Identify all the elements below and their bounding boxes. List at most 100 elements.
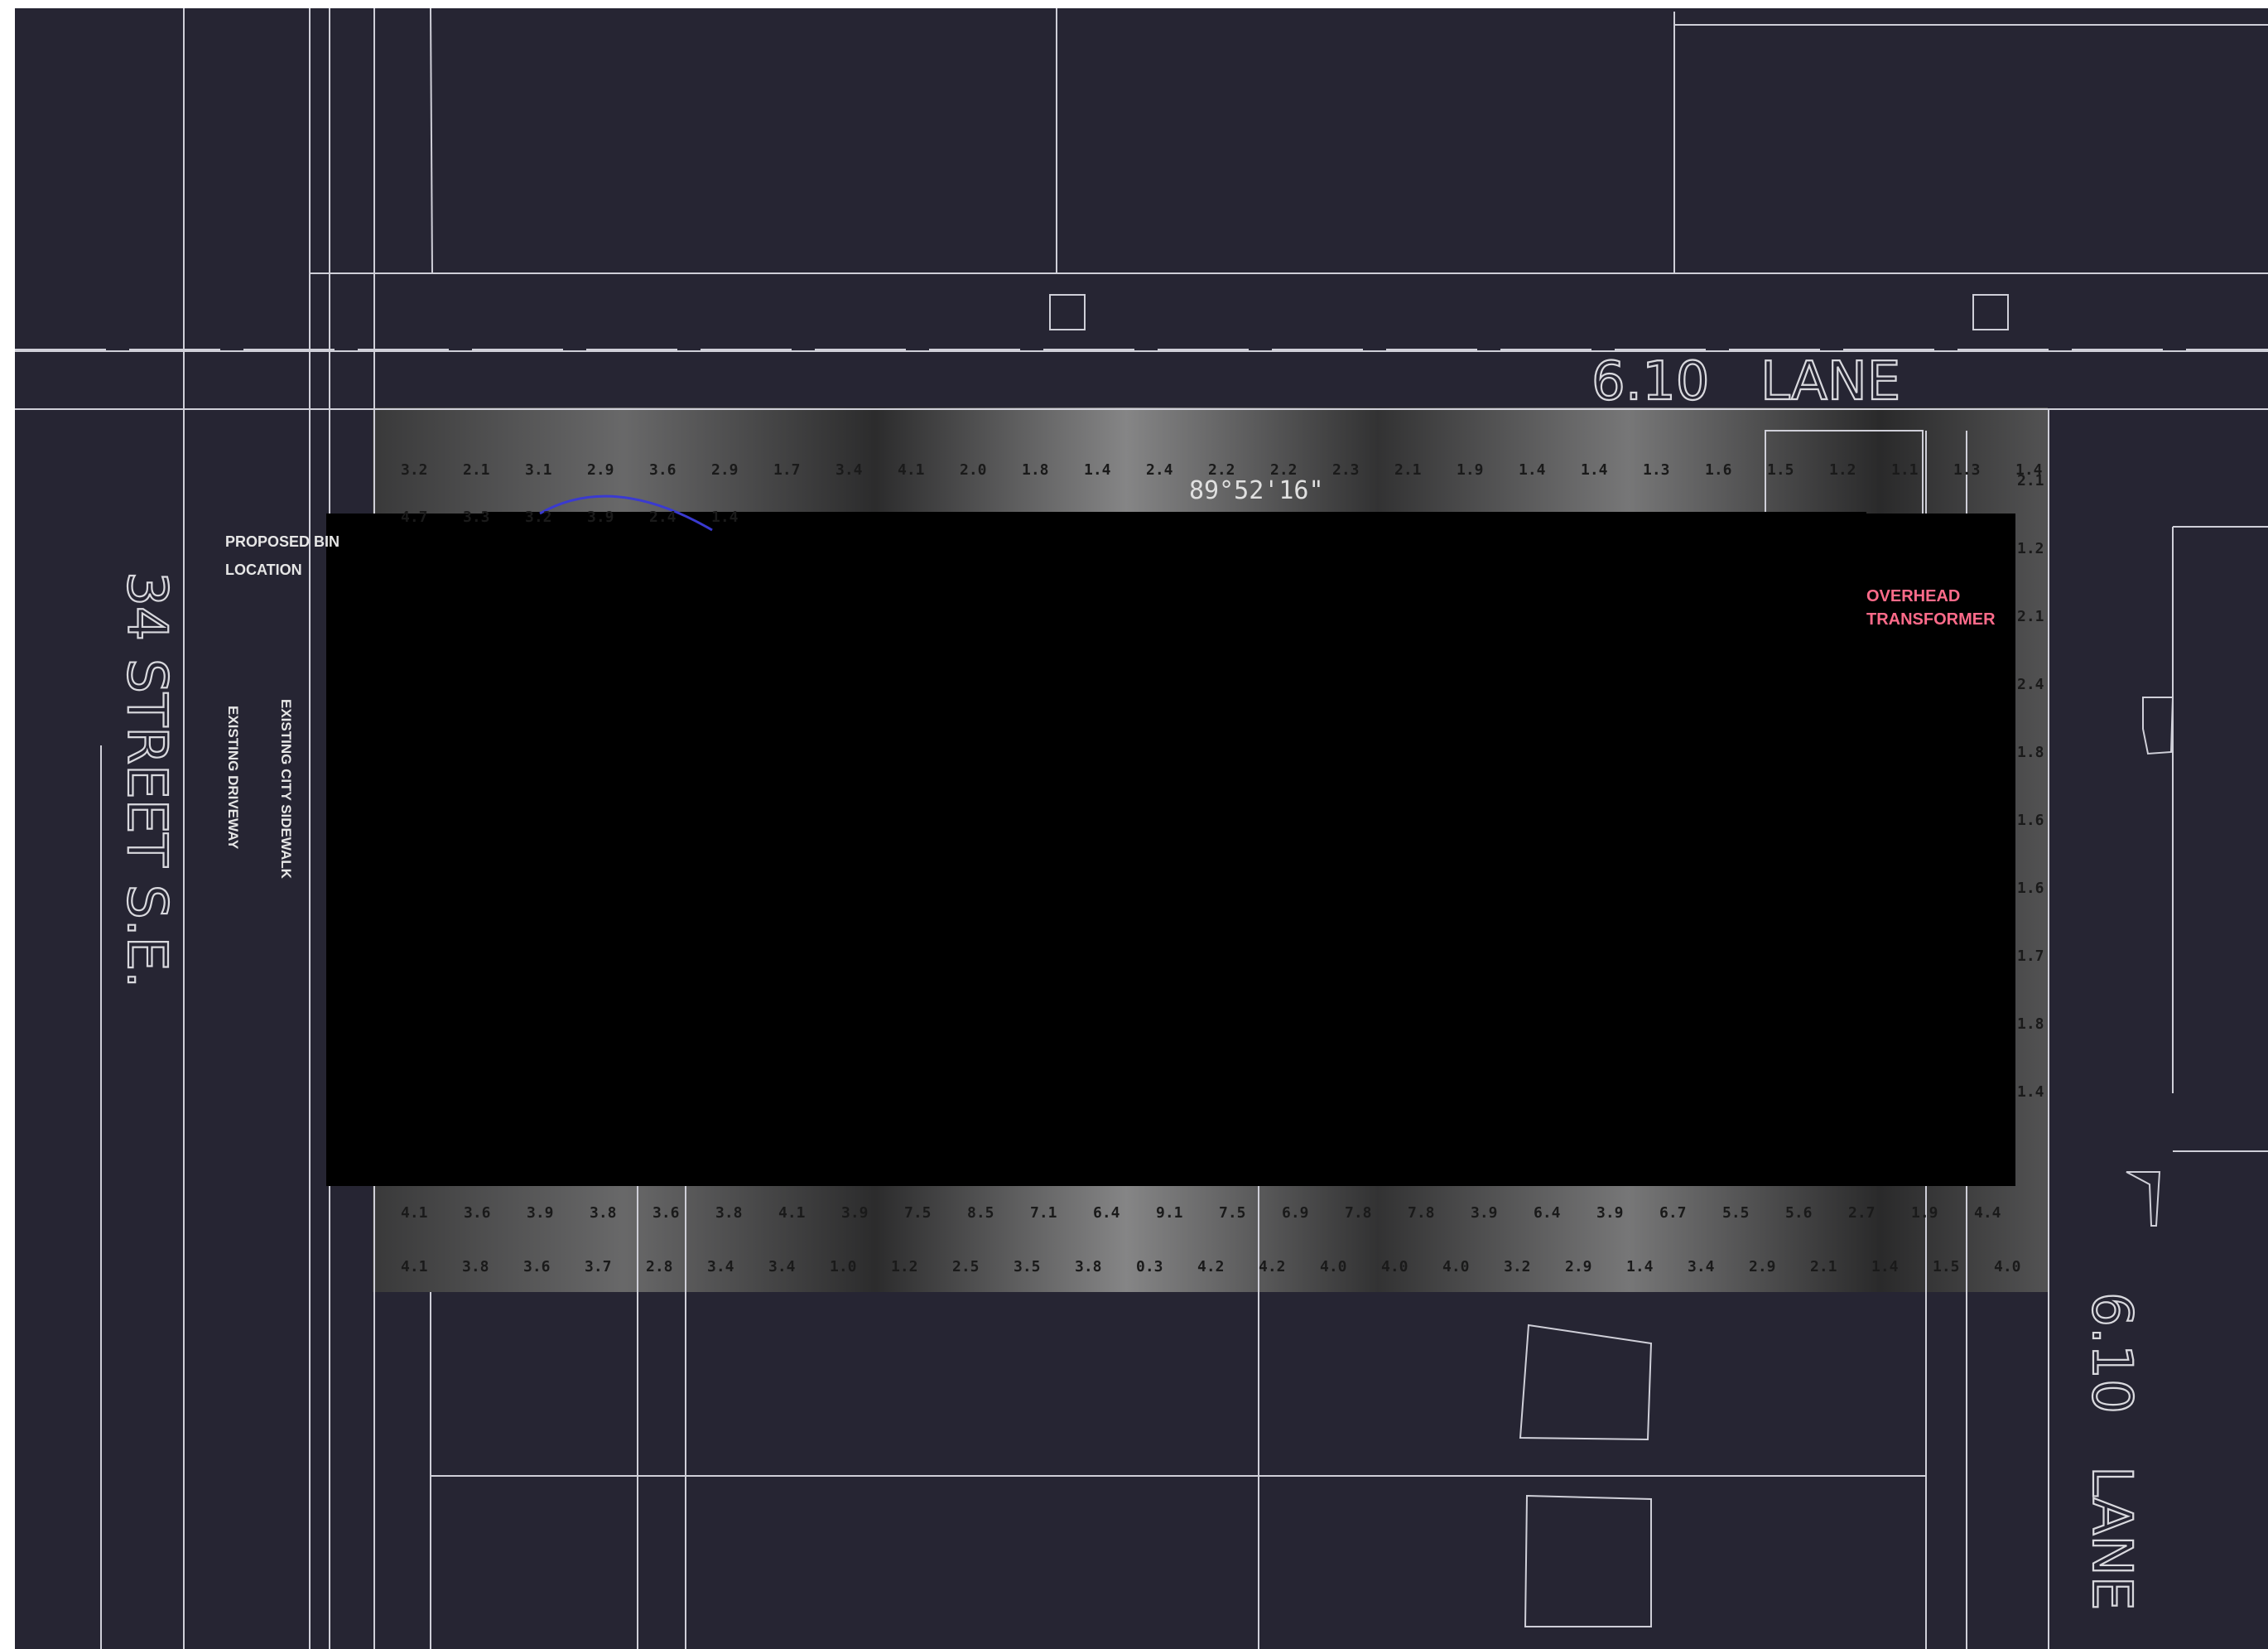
photometric-value: 3.7 bbox=[585, 1258, 612, 1275]
photometric-value: 1.4 bbox=[1581, 461, 1608, 479]
photometric-value: 4.0 bbox=[1381, 1258, 1408, 1275]
photometric-value: 2.1 bbox=[1394, 461, 1422, 479]
photometric-value: 3.8 bbox=[1075, 1258, 1102, 1275]
lane-right-label: 6.10 bbox=[2080, 1292, 2144, 1414]
photometric-value: 2.9 bbox=[587, 461, 614, 479]
lane-top-name: LANE bbox=[1760, 351, 1900, 412]
photometric-value: 3.9 bbox=[841, 1204, 869, 1222]
photometric-value: 7.1 bbox=[1030, 1204, 1057, 1222]
photometric-value: 4.1 bbox=[401, 1204, 428, 1222]
photometric-value: 1.8 bbox=[2017, 744, 2044, 761]
photometric-value: 9.1 bbox=[1156, 1204, 1183, 1222]
photometric-value: 4.7 bbox=[401, 509, 428, 526]
photometric-value: 1.0 bbox=[830, 1258, 857, 1275]
photometric-value: 5.6 bbox=[1785, 1204, 1813, 1222]
photometric-value: 2.0 bbox=[960, 461, 987, 479]
photometric-value: 2.1 bbox=[463, 461, 490, 479]
redaction-block-top bbox=[484, 512, 1866, 644]
photometric-value: 2.9 bbox=[711, 461, 739, 479]
transformer-label-line2: TRANSFORMER bbox=[1866, 610, 1996, 629]
photometric-value: 4.2 bbox=[1259, 1258, 1286, 1275]
photometric-value: 6.4 bbox=[1093, 1204, 1120, 1222]
photometric-value: 3.2 bbox=[401, 461, 428, 479]
photometric-value: 2.2 bbox=[1270, 461, 1298, 479]
photometric-value: 4.0 bbox=[1994, 1258, 2021, 1275]
photometric-value: 3.8 bbox=[590, 1204, 617, 1222]
photometric-value: 7.5 bbox=[1219, 1204, 1246, 1222]
photometric-value: 7.8 bbox=[1408, 1204, 1435, 1222]
photometric-value: 2.4 bbox=[1146, 461, 1173, 479]
photometric-value: 4.0 bbox=[1442, 1258, 1470, 1275]
lane-top-width: 6.10 bbox=[1591, 351, 1710, 412]
photometric-value: 1.4 bbox=[1626, 1258, 1654, 1275]
photometric-value: 2.4 bbox=[2017, 676, 2044, 693]
bin-note-line2: LOCATION bbox=[225, 562, 302, 578]
photometric-value: 3.5 bbox=[1014, 1258, 1041, 1275]
photometric-value: 3.1 bbox=[525, 461, 552, 479]
photometric-value: 1.8 bbox=[2017, 1015, 2044, 1033]
photometric-value: 1.4 bbox=[1871, 1258, 1899, 1275]
photometric-value: 4.1 bbox=[778, 1204, 806, 1222]
bearing-label: 89°52'16" bbox=[1189, 476, 1324, 505]
photometric-value: 3.6 bbox=[464, 1204, 491, 1222]
photometric-value: 2.1 bbox=[1810, 1258, 1837, 1275]
photometric-value: 3.8 bbox=[462, 1258, 489, 1275]
street-name: 34 STREET S.E. bbox=[115, 571, 179, 988]
photometric-value: 1.9 bbox=[1457, 461, 1484, 479]
photometric-value: 2.8 bbox=[646, 1258, 673, 1275]
photometric-value: 4.1 bbox=[898, 461, 925, 479]
photometric-value: 1.5 bbox=[1767, 461, 1794, 479]
photometric-value: 3.9 bbox=[587, 509, 614, 526]
photometric-value: 1.3 bbox=[1953, 461, 1981, 479]
photometric-value: 6.4 bbox=[1534, 1204, 1561, 1222]
transformer-label-line1: OVERHEAD bbox=[1866, 587, 1960, 605]
photometric-value: 2.5 bbox=[952, 1258, 980, 1275]
photometric-value: 6.9 bbox=[1282, 1204, 1309, 1222]
photometric-value: 2.7 bbox=[1848, 1204, 1876, 1222]
photometric-value: 3.2 bbox=[1504, 1258, 1531, 1275]
photometric-value: 1.2 bbox=[891, 1258, 918, 1275]
photometric-value: 4.0 bbox=[1320, 1258, 1347, 1275]
photometric-value: 4.2 bbox=[1197, 1258, 1225, 1275]
driveway-note: EXISTING DRIVEWAY bbox=[225, 706, 241, 850]
photometric-value: 1.7 bbox=[773, 461, 801, 479]
photometric-value: 2.4 bbox=[649, 509, 677, 526]
photometric-value: 2.3 bbox=[1332, 461, 1360, 479]
photometric-value: 3.2 bbox=[525, 509, 552, 526]
photometric-value: 1.4 bbox=[711, 509, 739, 526]
photometric-value: 7.8 bbox=[1345, 1204, 1372, 1222]
photometric-value: 3.3 bbox=[463, 509, 490, 526]
photometric-value: 3.8 bbox=[715, 1204, 743, 1222]
photometric-value: 3.6 bbox=[523, 1258, 551, 1275]
photometric-value: 1.4 bbox=[2017, 1083, 2044, 1101]
top-border-strip bbox=[0, 0, 2268, 8]
photometric-value: 3.4 bbox=[835, 461, 863, 479]
photometric-value: 1.1 bbox=[1891, 461, 1919, 479]
photometric-value: 0.3 bbox=[1136, 1258, 1163, 1275]
photometric-value: 1.8 bbox=[1022, 461, 1049, 479]
photometric-value: 4.1 bbox=[401, 1258, 428, 1275]
photometric-value: 3.9 bbox=[527, 1204, 554, 1222]
photometric-value: 1.4 bbox=[1084, 461, 1111, 479]
photometric-value: 7.5 bbox=[904, 1204, 932, 1222]
photometric-value: 1.6 bbox=[2017, 880, 2044, 897]
photometric-value: 1.4 bbox=[1519, 461, 1546, 479]
photometric-value: 2.1 bbox=[2017, 608, 2044, 625]
photometric-value: 1.3 bbox=[1643, 461, 1670, 479]
photometric-value: 3.4 bbox=[1688, 1258, 1715, 1275]
photometric-value: 1.2 bbox=[1829, 461, 1856, 479]
photometric-value: 2.9 bbox=[1565, 1258, 1592, 1275]
photometric-value: 3.6 bbox=[649, 461, 677, 479]
bin-note-line1: PROPOSED BIN bbox=[225, 533, 339, 550]
photometric-value: 6.7 bbox=[1659, 1204, 1687, 1222]
photometric-value: 2.1 bbox=[2017, 472, 2044, 489]
photometric-value: 4.4 bbox=[1974, 1204, 2001, 1222]
lane-right-name: LANE bbox=[2080, 1466, 2144, 1611]
photometric-value: 3.6 bbox=[652, 1204, 680, 1222]
photometric-value: 1.9 bbox=[1911, 1204, 1938, 1222]
photometric-value: 8.5 bbox=[967, 1204, 994, 1222]
photometric-value: 3.9 bbox=[1471, 1204, 1498, 1222]
photometric-value: 1.2 bbox=[2017, 540, 2044, 557]
photometric-value: 1.6 bbox=[1705, 461, 1732, 479]
photometric-value: 1.6 bbox=[2017, 812, 2044, 829]
